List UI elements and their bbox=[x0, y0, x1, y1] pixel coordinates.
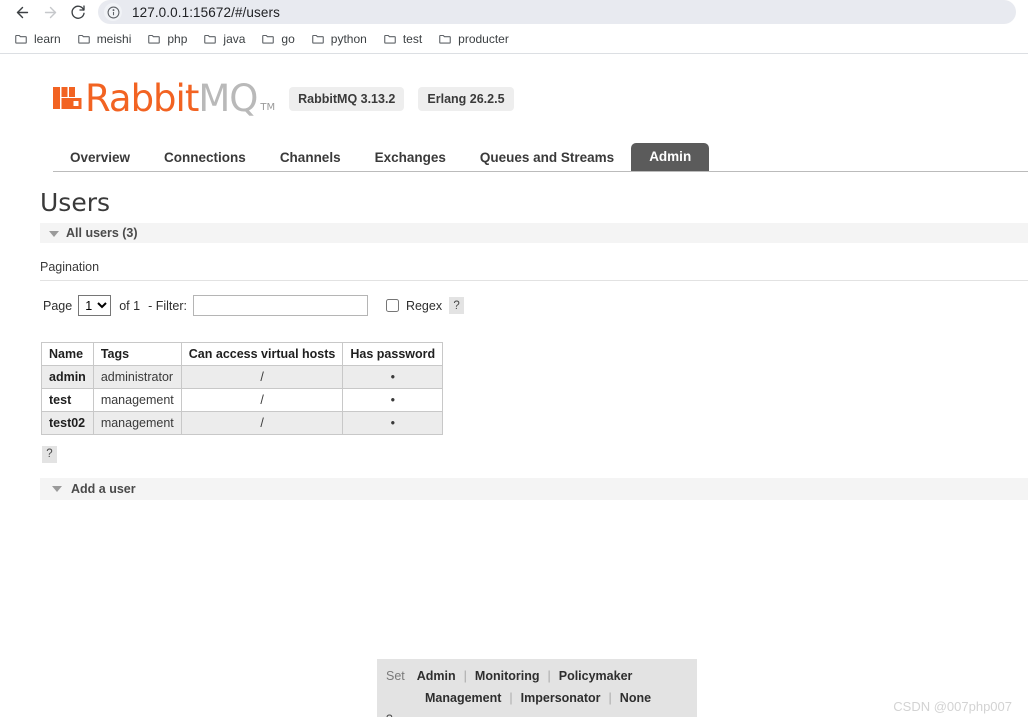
watermark: CSDN @007php007 bbox=[893, 699, 1012, 714]
browser-toolbar: 127.0.0.1:15672/#/users bbox=[0, 0, 1028, 24]
bookmark-meishi[interactable]: meishi bbox=[69, 29, 140, 49]
tag-preset-management[interactable]: Management bbox=[425, 691, 501, 705]
erlang-version-badge: Erlang 26.2.5 bbox=[418, 86, 514, 111]
filter-input[interactable] bbox=[192, 295, 368, 316]
bookmark-label: go bbox=[281, 31, 295, 46]
tag-preset-impersonator[interactable]: Impersonator bbox=[521, 691, 601, 705]
logo-text-mq: MQ bbox=[198, 77, 258, 120]
tab-queues-and-streams[interactable]: Queues and Streams bbox=[463, 145, 631, 172]
bookmark-label: python bbox=[330, 31, 367, 46]
tag-separator: | bbox=[509, 691, 513, 705]
tab-overview[interactable]: Overview bbox=[53, 145, 147, 172]
rabbitmq-version-badge: RabbitMQ 3.13.2 bbox=[289, 86, 405, 111]
tag-preset-policymaker[interactable]: Policymaker bbox=[559, 669, 633, 683]
column-header-has-password[interactable]: Has password bbox=[342, 342, 444, 366]
user-tags-cell: management bbox=[92, 411, 182, 435]
browser-chrome: 127.0.0.1:15672/#/users learn meishi php… bbox=[0, 0, 1028, 54]
tab-admin[interactable]: Admin bbox=[631, 142, 710, 171]
pagination-divider bbox=[40, 280, 1028, 281]
tag-presets-panel: Set Admin | Monitoring | Policymaker Man… bbox=[377, 659, 697, 717]
bookmark-label: meishi bbox=[96, 31, 132, 46]
add-user-section-header[interactable]: Add a user bbox=[40, 477, 1028, 500]
tag-separator: | bbox=[547, 669, 551, 683]
bookmark-label: learn bbox=[34, 31, 61, 46]
page-total-label: of 1 bbox=[119, 298, 141, 313]
bookmarks-bar: learn meishi php java go python test pro… bbox=[0, 24, 1028, 54]
user-tags-cell: management bbox=[92, 388, 182, 412]
page-number-select[interactable]: 1 bbox=[78, 295, 112, 316]
site-info-icon[interactable] bbox=[104, 3, 122, 21]
table-row[interactable]: admin administrator / • bbox=[41, 365, 444, 389]
reload-icon[interactable] bbox=[64, 0, 92, 24]
set-label: Set bbox=[386, 669, 405, 683]
user-vhosts-cell: / bbox=[180, 411, 344, 435]
column-header-vhosts[interactable]: Can access virtual hosts bbox=[180, 342, 344, 366]
add-user-section-title: Add a user bbox=[71, 481, 136, 496]
regex-label: Regex bbox=[405, 298, 443, 313]
bookmark-label: php bbox=[167, 31, 188, 46]
user-name-cell[interactable]: test bbox=[41, 388, 94, 412]
bookmark-label: producter bbox=[458, 31, 509, 46]
tag-presets-row-1: Set Admin | Monitoring | Policymaker bbox=[377, 665, 697, 687]
tab-exchanges[interactable]: Exchanges bbox=[358, 145, 463, 172]
user-has-password-cell: • bbox=[342, 411, 444, 435]
rabbitmq-management-page: RabbitMQ TM RabbitMQ 3.13.2 Erlang 26.2.… bbox=[0, 54, 1028, 717]
page-title: Users bbox=[40, 188, 111, 217]
bookmark-producter[interactable]: producter bbox=[430, 29, 517, 49]
add-user-form: Username: * * Password: * (confirm) Tags… bbox=[0, 510, 1028, 660]
triangle-down-icon[interactable] bbox=[49, 230, 59, 237]
bookmark-python[interactable]: python bbox=[303, 29, 375, 49]
column-header-tags[interactable]: Tags bbox=[92, 342, 182, 366]
all-users-section-title: All users (3) bbox=[66, 226, 138, 240]
tag-preset-monitoring[interactable]: Monitoring bbox=[475, 669, 540, 683]
main-navigation: Overview Connections Channels Exchanges … bbox=[53, 142, 1028, 172]
bookmark-label: java bbox=[223, 31, 246, 46]
table-row[interactable]: test02 management / • bbox=[41, 411, 444, 435]
tab-channels[interactable]: Channels bbox=[263, 145, 358, 172]
bookmark-test[interactable]: test bbox=[375, 29, 430, 49]
regex-checkbox[interactable] bbox=[385, 299, 399, 312]
filter-label: - Filter: bbox=[148, 298, 187, 313]
user-name-cell[interactable]: admin bbox=[41, 365, 94, 389]
bookmark-php[interactable]: php bbox=[139, 29, 195, 49]
logo-text-rabbit: Rabbit bbox=[85, 77, 199, 120]
forward-arrow-icon[interactable] bbox=[36, 0, 64, 24]
back-arrow-icon[interactable] bbox=[8, 0, 36, 24]
address-bar[interactable]: 127.0.0.1:15672/#/users bbox=[98, 0, 1016, 24]
regex-help-icon[interactable]: ? bbox=[449, 297, 465, 314]
bookmark-learn[interactable]: learn bbox=[6, 29, 69, 49]
tab-connections[interactable]: Connections bbox=[147, 145, 263, 172]
tag-presets-row-2: Management | Impersonator | None bbox=[377, 687, 697, 709]
tag-preset-none[interactable]: None bbox=[620, 691, 651, 705]
rabbit-mark-icon bbox=[53, 87, 82, 109]
bookmark-java[interactable]: java bbox=[195, 29, 253, 49]
column-header-name[interactable]: Name bbox=[41, 342, 94, 366]
rabbitmq-logo[interactable]: RabbitMQ TM bbox=[53, 80, 275, 117]
tag-preset-admin[interactable]: Admin bbox=[417, 669, 456, 683]
bookmark-go[interactable]: go bbox=[253, 29, 302, 49]
address-bar-url: 127.0.0.1:15672/#/users bbox=[132, 4, 280, 20]
table-row[interactable]: test management / • bbox=[41, 388, 444, 412]
tags-help-icon[interactable]: ? bbox=[386, 712, 697, 717]
tag-separator: | bbox=[463, 669, 467, 683]
user-name-cell[interactable]: test02 bbox=[41, 411, 94, 435]
bookmark-label: test bbox=[402, 31, 423, 46]
user-tags-cell: administrator bbox=[92, 365, 182, 389]
all-users-section-header[interactable]: All users (3) bbox=[40, 223, 1028, 243]
user-has-password-cell: • bbox=[342, 388, 444, 412]
pagination-controls: Page 1 of 1 - Filter: Regex ? bbox=[43, 295, 1028, 316]
header-branding: RabbitMQ TM RabbitMQ 3.13.2 Erlang 26.2.… bbox=[0, 54, 1028, 117]
user-vhosts-cell: / bbox=[180, 365, 344, 389]
page-label: Page bbox=[43, 298, 73, 313]
triangle-down-icon[interactable] bbox=[52, 486, 62, 492]
user-vhosts-cell: / bbox=[180, 388, 344, 412]
trademark-label: TM bbox=[260, 102, 276, 113]
pagination-label: Pagination bbox=[40, 260, 100, 274]
users-table: Name Tags Can access virtual hosts Has p… bbox=[41, 342, 444, 435]
table-header-row: Name Tags Can access virtual hosts Has p… bbox=[41, 342, 444, 366]
user-has-password-cell: • bbox=[342, 365, 444, 389]
tag-separator: | bbox=[608, 691, 612, 705]
users-table-help-icon[interactable]: ? bbox=[42, 445, 57, 463]
